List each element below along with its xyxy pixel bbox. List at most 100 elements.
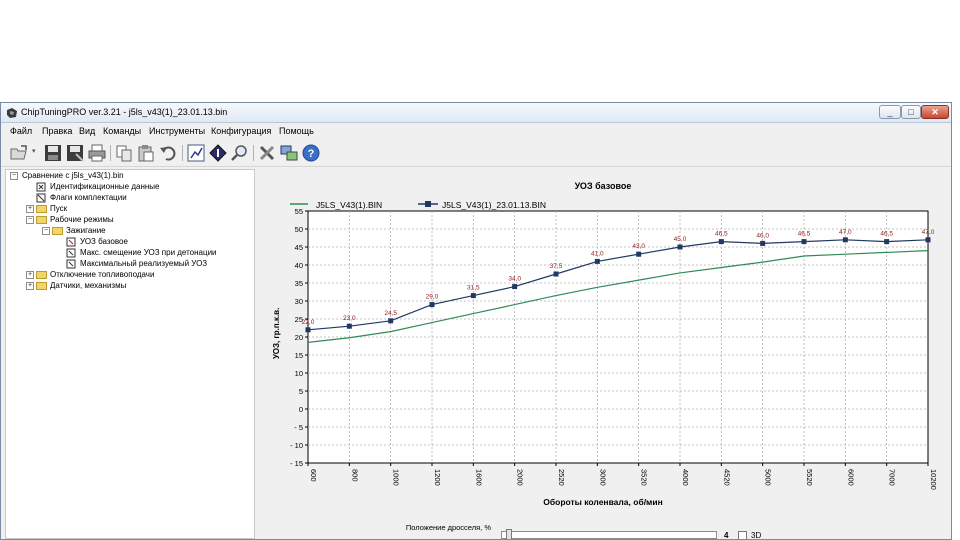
tree-view: − Сравнение с j5ls_v43(1).bin Идентифика… bbox=[5, 169, 255, 539]
y-tick-label: - 15 bbox=[290, 459, 303, 468]
collapse-modes-icon[interactable]: − bbox=[26, 216, 34, 224]
network-icon[interactable] bbox=[279, 143, 299, 163]
tree-item-fuel-cut[interactable]: Отключение топливоподачи bbox=[50, 270, 154, 281]
tree-root[interactable]: Сравнение с j5ls_v43(1).bin bbox=[22, 171, 124, 182]
toolbar-separator bbox=[182, 145, 183, 161]
data-point bbox=[718, 239, 724, 245]
x-tick-label: 1000 bbox=[392, 469, 401, 486]
data-point bbox=[884, 239, 890, 245]
chart-pane: УОЗ базовое J5LS_V43(1).BIN J5LS_V43(1)_… bbox=[256, 169, 950, 540]
data-label: 24,5 bbox=[384, 310, 397, 317]
app-logo-icon bbox=[7, 108, 17, 118]
tree-item-uoz-base[interactable]: УОЗ базовое bbox=[80, 237, 128, 248]
menu-configuration[interactable]: Конфигурация bbox=[211, 126, 271, 136]
throttle-value: 4 bbox=[724, 531, 729, 540]
menu-edit[interactable]: Правка bbox=[42, 126, 72, 136]
open-icon[interactable] bbox=[9, 143, 29, 163]
collapse-root-icon[interactable]: − bbox=[10, 172, 18, 180]
3d-checkbox-label: 3D bbox=[751, 531, 762, 540]
paste-icon[interactable] bbox=[136, 143, 156, 163]
x-tick-label: 6000 bbox=[846, 469, 855, 486]
data-point bbox=[842, 237, 848, 243]
data-label: 29,0 bbox=[426, 294, 439, 301]
data-point bbox=[760, 240, 766, 246]
data-point bbox=[553, 271, 559, 277]
help-icon[interactable]: ? bbox=[301, 143, 321, 163]
save-icon[interactable] bbox=[43, 143, 63, 163]
throttle-slider[interactable] bbox=[501, 529, 717, 539]
menu-file[interactable]: Файл bbox=[10, 126, 32, 136]
data-label: 37,5 bbox=[550, 263, 563, 270]
tree-item-sensors[interactable]: Датчики, механизмы bbox=[50, 281, 126, 292]
y-tick-label: - 10 bbox=[290, 441, 303, 450]
toolbar: ▾ ? bbox=[1, 139, 951, 167]
menu-help[interactable]: Помощь bbox=[279, 126, 314, 136]
tree-item-max-shift[interactable]: Макс. смещение УОЗ при детонации bbox=[80, 248, 217, 259]
data-point bbox=[388, 318, 394, 324]
title-bar[interactable]: ChipTuningPRO ver.3.21 - j5ls_v43(1)_23.… bbox=[1, 103, 951, 123]
maximize-button[interactable]: □ bbox=[901, 105, 921, 119]
folder-icon bbox=[36, 271, 47, 279]
expand-fuel-cut-icon[interactable]: + bbox=[26, 271, 34, 279]
print-icon[interactable] bbox=[87, 143, 107, 163]
tree-item-modes[interactable]: Рабочие режимы bbox=[50, 215, 114, 226]
x-tick-label: 2000 bbox=[516, 469, 525, 486]
minimize-button[interactable]: _ bbox=[879, 105, 901, 119]
collapse-ignition-icon[interactable]: − bbox=[42, 227, 50, 235]
data-point bbox=[429, 302, 435, 308]
x-tick-label: 3520 bbox=[640, 469, 649, 486]
x-tick-label: 10200 bbox=[929, 469, 938, 490]
undo-icon[interactable] bbox=[158, 143, 178, 163]
3d-checkbox[interactable] bbox=[738, 531, 747, 539]
x-tick-label: 7000 bbox=[888, 469, 897, 486]
menu-commands[interactable]: Команды bbox=[103, 126, 141, 136]
x-tick-label: 5520 bbox=[805, 469, 814, 486]
tree-item-ignition[interactable]: Зажигание bbox=[66, 226, 106, 237]
window-title: ChipTuningPRO ver.3.21 - j5ls_v43(1)_23.… bbox=[21, 107, 228, 117]
throttle-slider-thumb[interactable] bbox=[506, 529, 512, 539]
data-label: 47,0 bbox=[839, 229, 852, 236]
x-tick-label: 600 bbox=[309, 469, 318, 482]
data-label: 47,0 bbox=[922, 229, 935, 236]
chart-icon[interactable] bbox=[186, 143, 206, 163]
diamond-icon[interactable] bbox=[208, 143, 228, 163]
y-tick-label: 35 bbox=[295, 279, 303, 288]
tree-item-start[interactable]: Пуск bbox=[50, 204, 67, 215]
data-point bbox=[636, 251, 642, 257]
data-label: 23,0 bbox=[343, 315, 356, 322]
tree-item-ident[interactable]: Идентификационные данные bbox=[50, 182, 160, 193]
tree-item-flags[interactable]: Флаги комплектации bbox=[50, 193, 127, 204]
data-point bbox=[512, 284, 518, 290]
menu-tools[interactable]: Инструменты bbox=[149, 126, 205, 136]
tools-icon[interactable] bbox=[257, 143, 277, 163]
folder-icon bbox=[36, 282, 47, 290]
y-tick-label: 45 bbox=[295, 243, 303, 252]
data-point bbox=[801, 239, 807, 245]
data-point bbox=[470, 293, 476, 299]
data-label: 46,5 bbox=[880, 231, 893, 238]
x-tick-label: 800 bbox=[350, 469, 359, 482]
data-point bbox=[925, 237, 931, 243]
expand-sensors-icon[interactable]: + bbox=[26, 282, 34, 290]
copy-icon[interactable] bbox=[114, 143, 134, 163]
svg-text:?: ? bbox=[308, 148, 315, 160]
search-icon[interactable] bbox=[230, 143, 250, 163]
data-label: 41,0 bbox=[591, 250, 604, 257]
y-tick-label: 5 bbox=[299, 387, 303, 396]
table-map-icon bbox=[66, 259, 76, 269]
table-map-icon bbox=[66, 237, 76, 247]
menu-view[interactable]: Вид bbox=[79, 126, 95, 136]
save-as-icon[interactable] bbox=[65, 143, 85, 163]
data-label: 46,5 bbox=[798, 231, 811, 238]
dropdown-arrow-icon[interactable]: ▾ bbox=[32, 147, 36, 155]
expand-start-icon[interactable]: + bbox=[26, 205, 34, 213]
close-button[interactable]: ✕ bbox=[921, 105, 949, 119]
y-tick-label: 55 bbox=[295, 207, 303, 216]
menu-bar: Файл Правка Вид Команды Инструменты Конф… bbox=[1, 123, 951, 139]
folder-icon bbox=[36, 205, 47, 213]
x-tick-label: 4520 bbox=[722, 469, 731, 486]
data-point bbox=[594, 258, 600, 264]
x-tick-label: 3000 bbox=[598, 469, 607, 486]
x-axis-label: Обороты коленвала, об/мин bbox=[543, 497, 663, 507]
tree-item-max-real[interactable]: Максимальный реализуемый УОЗ bbox=[80, 259, 207, 270]
